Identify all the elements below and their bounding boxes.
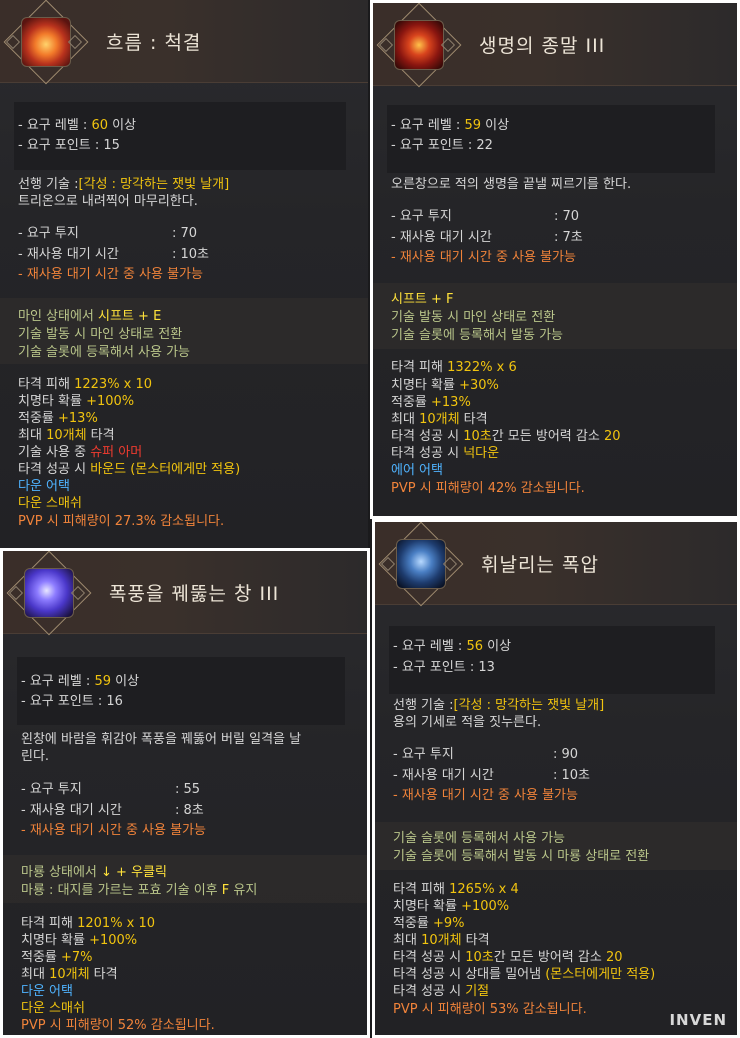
cooldown-label: - 재사용 대기 시간 [21, 803, 122, 818]
cooldown-value: : 10초 [172, 247, 210, 262]
pvp-reduction: PVP 시 피해량이 27.3% 감소됩니다. [18, 514, 225, 529]
crimson-mask-icon [394, 20, 444, 70]
required-points: - 요구 포인트 : 22 [391, 138, 493, 153]
cooldown-label: - 재사용 대기 시간 [391, 230, 492, 245]
crit-rate: 치명타 확률 +30% [391, 378, 499, 393]
cooldown-label: - 재사용 대기 시간 [393, 768, 494, 783]
max-targets: 최대 10개체 타격 [21, 967, 118, 982]
skill-tooltip-heureum-cheokgyeol: 흐름 : 척결 - 요구 레벨 : 60 이상 - 요구 포인트 : 15 선행… [0, 0, 368, 548]
down-smash: 다운 스매쉬 [21, 1001, 85, 1016]
mode-condition: 마룡 상태에서 ↓ + 우클릭 [21, 865, 167, 880]
required-points: - 요구 포인트 : 13 [393, 660, 495, 675]
required-spirit-value: : 55 [175, 782, 201, 797]
skill-description: 트리온으로 내려찍어 마무리한다. [18, 194, 198, 209]
skill-title: 휘날리는 폭압 [481, 554, 599, 576]
pvp-reduction: PVP 시 피해량이 52% 감소됩니다. [21, 1018, 215, 1033]
accuracy: 적중률 +9% [393, 916, 465, 931]
cooldown-warning: - 재사용 대기 시간 중 사용 불가능 [18, 267, 203, 282]
accuracy: 적중률 +13% [391, 395, 471, 410]
cooldown-value: : 8초 [175, 803, 204, 818]
air-attack: 에어 어택 [391, 463, 443, 478]
skill-title: 생명의 종말 III [479, 35, 606, 57]
skill-title: 흐름 : 척결 [106, 32, 202, 54]
accuracy: 적중률 +7% [21, 950, 93, 965]
pvp-reduction: PVP 시 피해량이 53% 감소됩니다. [393, 1002, 587, 1017]
skill-tooltip-storm-piercing-spear: 폭풍을 꿰뚫는 창 III - 요구 레벨 : 59 이상 - 요구 포인트 :… [0, 548, 370, 1038]
cooldown-warning: - 재사용 대기 시간 중 사용 불가능 [21, 823, 206, 838]
max-targets: 최대 10개체 타격 [391, 412, 488, 427]
hit-damage: 타격 피해 1322% x 6 [391, 360, 517, 375]
accuracy: 적중률 +13% [18, 411, 98, 426]
defense-reduction: 타격 성공 시 10초간 모든 방어력 감소 20 [391, 429, 621, 444]
down-attack: 다운 어택 [18, 479, 70, 494]
down-attack: 다운 어택 [21, 984, 73, 999]
mode-transition: 기술 발동 시 마인 상태로 전환 [391, 310, 556, 325]
skill-description-line1: 왼창에 바람을 휘감아 폭풍을 꿰뚫어 버릴 일격을 날 [21, 732, 302, 747]
crit-rate: 치명타 확률 +100% [21, 933, 138, 948]
required-spirit-label: - 요구 투지 [18, 226, 79, 241]
prerequisite-skill: 선행 기술 :[각성 : 망각하는 잿빛 날개] [18, 177, 230, 192]
required-spirit-value: : 90 [553, 747, 579, 762]
cooldown-value: : 7초 [554, 230, 583, 245]
mode-maintain: 마룡 : 대지를 가르는 포효 기술 이후 F 유지 [21, 883, 258, 898]
skill-description: 용의 기세로 적을 짓누른다. [393, 715, 542, 730]
hit-damage: 타격 피해 1223% x 10 [18, 377, 153, 392]
super-armor: 기술 사용 중 슈퍼 아머 [18, 445, 143, 460]
skill-description-line2: 린다. [21, 749, 50, 764]
mode-condition: 마인 상태에서 시프트 + E [18, 309, 162, 324]
required-level: - 요구 레벨 : 59 이상 [391, 118, 510, 133]
mode-transition: 기술 슬롯에 등록해서 발동 시 마룡 상태로 전환 [393, 849, 650, 864]
required-spirit-value: : 70 [554, 209, 580, 224]
required-spirit-label: - 요구 투지 [21, 782, 82, 797]
down-smash: 다운 스매쉬 [18, 496, 82, 511]
hit-damage: 타격 피해 1265% x 4 [393, 882, 519, 897]
inven-watermark: INVEN [669, 1011, 727, 1029]
required-spirit-value: : 70 [172, 226, 198, 241]
skill-tooltip-fluttering-oppression: 휘날리는 폭압 - 요구 레벨 : 56 이상 - 요구 포인트 : 13 선행… [372, 519, 740, 1038]
push-effect: 타격 성공 시 상대를 밀어냄 (몬스터에게만 적용) [393, 967, 656, 982]
mode-slot: 기술 슬롯에 등록해서 사용 가능 [18, 345, 191, 360]
mode-slot: 기술 슬롯에 등록해서 사용 가능 [393, 831, 566, 846]
prerequisite-skill: 선행 기술 :[각성 : 망각하는 잿빛 날개] [393, 698, 605, 713]
cooldown-warning: - 재사용 대기 시간 중 사용 불가능 [393, 788, 578, 803]
skill-tooltip-life-end: 생명의 종말 III - 요구 레벨 : 59 이상 - 요구 포인트 : 22… [370, 0, 740, 519]
required-spirit-label: - 요구 투지 [391, 209, 452, 224]
required-spirit-label: - 요구 투지 [393, 747, 454, 762]
skill-title: 폭풍을 꿰뚫는 창 III [109, 583, 280, 605]
mode-key: 시프트 + F [391, 292, 454, 307]
defense-reduction: 타격 성공 시 10초간 모든 방어력 감소 20 [393, 950, 623, 965]
mode-slot: 기술 슬롯에 등록해서 발동 가능 [391, 328, 564, 343]
knockdown-effect: 타격 성공 시 넉다운 [391, 446, 500, 461]
storm-spear-icon [24, 568, 74, 618]
pvp-reduction: PVP 시 피해량이 42% 감소됩니다. [391, 481, 585, 496]
crit-rate: 치명타 확률 +100% [393, 899, 510, 914]
crit-rate: 치명타 확률 +100% [18, 394, 135, 409]
required-level: - 요구 레벨 : 56 이상 [393, 639, 512, 654]
hit-damage: 타격 피해 1201% x 10 [21, 916, 156, 931]
requirements-box [17, 657, 345, 725]
required-points: - 요구 포인트 : 15 [18, 138, 120, 153]
dragon-armor-icon [396, 539, 446, 589]
flame-burst-icon [21, 17, 71, 67]
bound-effect: 타격 성공 시 바운드 (몬스터에게만 적용) [18, 462, 241, 477]
required-points: - 요구 포인트 : 16 [21, 694, 123, 709]
skill-description: 오른창으로 적의 생명을 끝낼 찌르기를 한다. [391, 177, 632, 192]
required-level: - 요구 레벨 : 59 이상 [21, 674, 140, 689]
cooldown-value: : 10초 [553, 768, 591, 783]
cooldown-label: - 재사용 대기 시간 [18, 247, 119, 262]
requirements-box [14, 102, 346, 170]
mode-transition: 기술 발동 시 마인 상태로 전환 [18, 327, 183, 342]
max-targets: 최대 10개체 타격 [18, 428, 115, 443]
stun-effect: 타격 성공 시 기절 [393, 984, 490, 999]
max-targets: 최대 10개체 타격 [393, 933, 490, 948]
cooldown-warning: - 재사용 대기 시간 중 사용 불가능 [391, 250, 576, 265]
required-level: - 요구 레벨 : 60 이상 [18, 118, 137, 133]
